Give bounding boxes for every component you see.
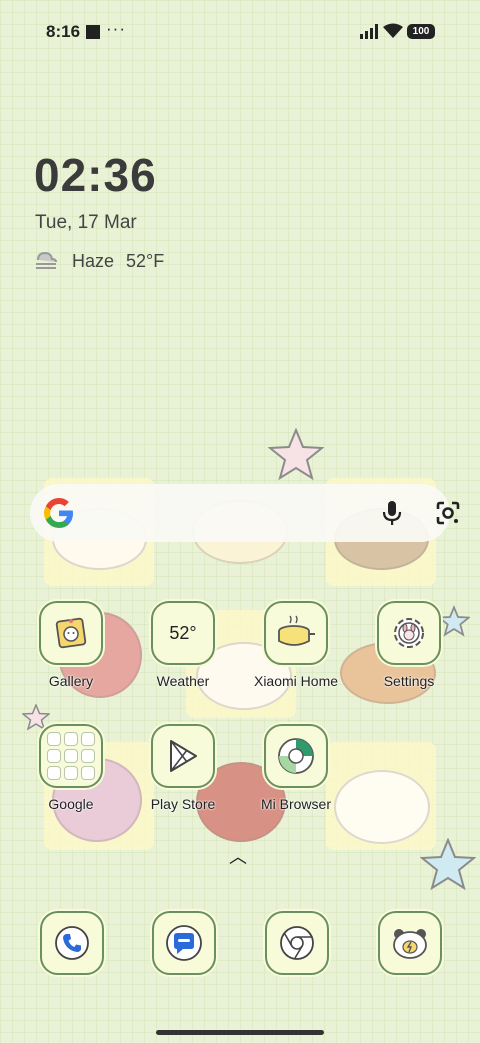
app-settings[interactable]: Settings (354, 601, 464, 689)
xiaomi-home-label: Xiaomi Home (253, 673, 339, 689)
settings-icon[interactable] (377, 601, 441, 665)
weather-icon[interactable]: 52° (151, 601, 215, 665)
app-weather[interactable]: 52° Weather (128, 601, 238, 689)
weather-app-temp: 52° (169, 623, 197, 643)
clock-time[interactable]: 02:36 (34, 148, 157, 202)
home-gesture-bar[interactable] (156, 1030, 324, 1035)
app-xiaomi-home[interactable]: Xiaomi Home (241, 601, 351, 689)
app-google-folder[interactable]: Google (16, 724, 126, 812)
mic-icon[interactable] (382, 500, 402, 526)
star-sticker-icon (268, 428, 324, 480)
google-search-bar[interactable] (30, 484, 460, 542)
phone-icon[interactable] (40, 911, 104, 975)
mi-browser-label: Mi Browser (260, 796, 331, 812)
app-gallery[interactable]: Gallery (16, 601, 126, 689)
haze-icon (36, 251, 57, 269)
weather-condition: Haze (72, 251, 115, 271)
settings-label: Settings (383, 673, 435, 689)
messages-icon[interactable] (152, 911, 216, 975)
folder-icon[interactable] (39, 724, 103, 788)
app-play-store[interactable]: Play Store (128, 724, 238, 812)
cleaner-icon[interactable] (378, 911, 442, 975)
clock-date[interactable]: Tue, 17 Mar (35, 212, 137, 234)
app-mi-browser[interactable]: Mi Browser (241, 724, 351, 812)
google-folder-label: Google (48, 796, 94, 812)
gallery-label: Gallery (48, 673, 94, 689)
chrome-icon[interactable] (265, 911, 329, 975)
play-store-icon[interactable] (151, 724, 215, 788)
google-logo-icon (44, 498, 73, 528)
lens-icon[interactable] (435, 500, 461, 526)
weather-temperature: 52°F (126, 251, 165, 271)
xiaomi-home-icon[interactable] (264, 601, 328, 665)
mi-browser-icon[interactable] (264, 724, 328, 788)
gallery-icon[interactable] (39, 601, 103, 665)
app-drawer-chevron-icon[interactable]: ︿ (229, 843, 247, 869)
play-store-label: Play Store (150, 796, 216, 812)
star-sticker-icon (420, 838, 476, 890)
weather-label: Weather (156, 673, 210, 689)
